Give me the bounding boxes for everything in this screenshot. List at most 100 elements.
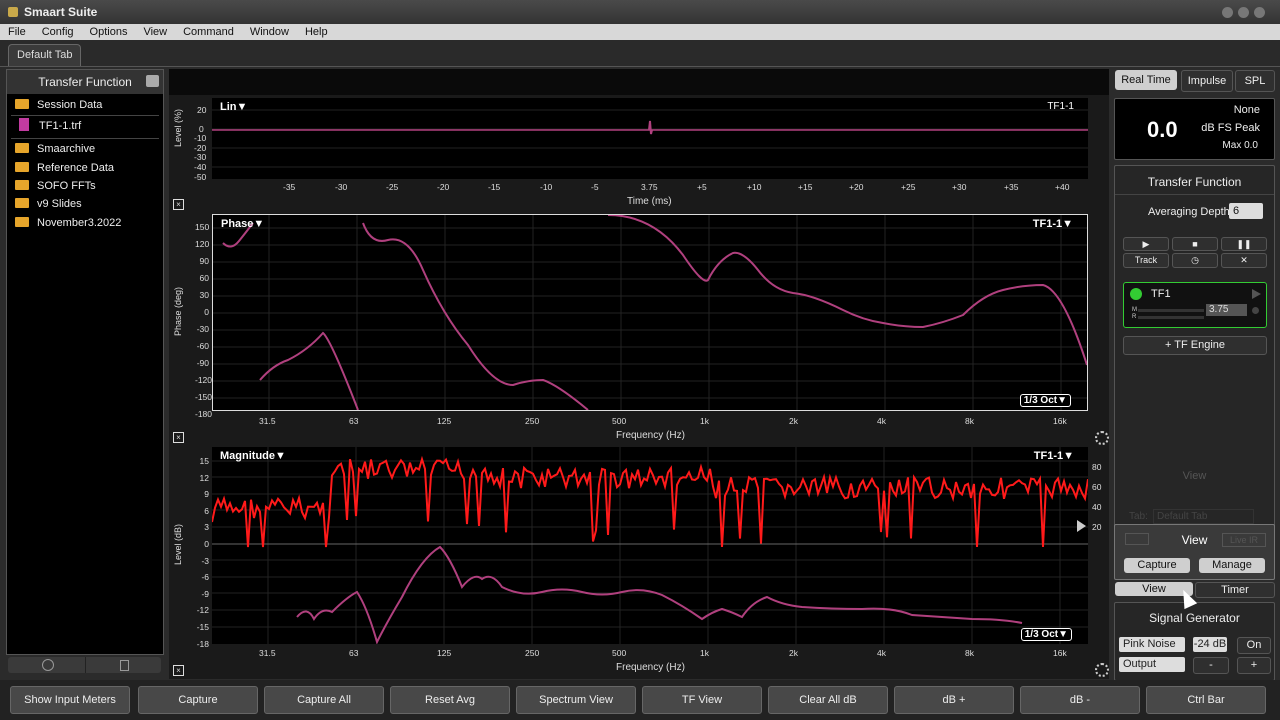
averaging-select[interactable]: 6: [1229, 203, 1263, 219]
timer-icon[interactable]: ◷: [1172, 253, 1218, 268]
meter-value: 0.0: [1147, 117, 1178, 142]
coherence-tick: 20: [1092, 522, 1102, 532]
graph-area: Lin▼ TF1-1 Level (%) 20 0 -10 -20 -30 -4…: [169, 69, 1109, 679]
gear-icon[interactable]: [1095, 431, 1109, 445]
siggen-level[interactable]: -24 dB: [1193, 637, 1227, 652]
impulse-xtick: -5: [591, 182, 599, 192]
magnitude-ytick: 9: [204, 489, 209, 500]
mode-impulse[interactable]: Impulse: [1181, 70, 1233, 92]
phase-plot[interactable]: Phase▼ TF1-1▼ 1/3 Oct▼: [212, 214, 1088, 411]
siggen-plus-button[interactable]: +: [1237, 657, 1271, 674]
track-button[interactable]: Track: [1123, 253, 1169, 268]
info-icon[interactable]: [42, 659, 54, 671]
add-tf-engine-button[interactable]: + TF Engine: [1123, 336, 1267, 355]
impulse-plot[interactable]: Lin▼ TF1-1: [212, 98, 1088, 179]
tree-item-reference-data[interactable]: Reference Data: [15, 160, 114, 176]
tf-engine-card[interactable]: TF1 M R 3.75: [1123, 282, 1267, 328]
tf-view-button[interactable]: TF View: [642, 686, 762, 714]
engine-r: R: [1132, 314, 1137, 320]
trash-icon[interactable]: [120, 660, 129, 671]
menu-window[interactable]: Window: [242, 24, 297, 40]
clear-all-db-button[interactable]: Clear All dB: [768, 686, 888, 714]
siggen-minus-button[interactable]: -: [1193, 657, 1229, 674]
phase-scale-label[interactable]: Phase▼: [221, 218, 264, 230]
coherence-tick: 40: [1092, 502, 1102, 512]
close-plot-icon[interactable]: ×: [173, 665, 184, 676]
phase-trace-label[interactable]: TF1-1▼: [1033, 218, 1073, 230]
siggen-type-select[interactable]: Pink Noise: [1119, 637, 1185, 652]
engine-m: M: [1132, 307, 1137, 313]
tree-item-label: Reference Data: [37, 162, 115, 174]
menu-icon[interactable]: [146, 75, 159, 87]
engine-led-icon[interactable]: [1130, 288, 1142, 300]
magnitude-scale-label[interactable]: Magnitude▼: [220, 450, 286, 462]
menu-command[interactable]: Command: [175, 24, 242, 40]
tree-item-tf1-1[interactable]: TF1-1.trf: [15, 118, 81, 134]
level-meter[interactable]: 0.0 None dB FS Peak Max 0.0: [1114, 98, 1275, 160]
stop-button[interactable]: ■: [1172, 237, 1218, 251]
siggen-output-select[interactable]: Output: [1119, 657, 1185, 672]
magnitude-xtick: 4k: [877, 648, 886, 658]
ctrl-bar-button[interactable]: Ctrl Bar: [1146, 686, 1266, 714]
folder-icon: [15, 99, 29, 109]
manage-view-button[interactable]: Manage: [1199, 558, 1265, 573]
meter-weighting[interactable]: None: [1234, 104, 1260, 116]
timer-tab-button[interactable]: Timer: [1195, 582, 1275, 598]
play-button[interactable]: ▶: [1123, 237, 1169, 251]
show-input-meters-button[interactable]: Show Input Meters: [10, 686, 130, 714]
impulse-scale-label[interactable]: Lin▼: [220, 101, 247, 113]
capture-view-button[interactable]: Capture: [1124, 558, 1190, 573]
siggen-title: Signal Generator: [1149, 611, 1240, 625]
magnitude-trace-label[interactable]: TF1-1▼: [1034, 450, 1074, 462]
impulse-xtick: +40: [1055, 182, 1070, 192]
meter-type[interactable]: dB FS Peak: [1201, 122, 1260, 134]
mode-spl[interactable]: SPL: [1235, 70, 1275, 92]
magnitude-plot[interactable]: Magnitude▼ TF1-1▼ 1/3 Oct▼: [212, 447, 1088, 644]
capture-button[interactable]: Capture: [138, 686, 258, 714]
magnitude-xtick: 250: [525, 648, 540, 658]
capture-all-button[interactable]: Capture All: [264, 686, 384, 714]
pause-button[interactable]: ❚❚: [1221, 237, 1267, 251]
phase-smoothing-button[interactable]: 1/3 Oct▼: [1019, 394, 1071, 407]
close-icon[interactable]: [1254, 7, 1265, 18]
magnitude-smoothing-button[interactable]: 1/3 Oct▼: [1020, 628, 1072, 641]
view-popup: View Live IR Capture Manage: [1114, 524, 1275, 580]
tree-item-smaarchive[interactable]: Smaarchive: [15, 141, 95, 157]
menu-config[interactable]: Config: [34, 24, 82, 40]
spectrum-view-button[interactable]: Spectrum View: [516, 686, 636, 714]
tab-default[interactable]: Default Tab: [8, 44, 82, 66]
tree-item-label: v9 Slides: [37, 198, 82, 210]
engine-dot-icon[interactable]: [1252, 307, 1259, 314]
phase-svg: [213, 215, 1087, 410]
maximize-icon[interactable]: [1238, 7, 1249, 18]
tree-item-session-data[interactable]: Session Data: [15, 97, 102, 113]
db-minus-button[interactable]: dB -: [1020, 686, 1140, 714]
menu-view[interactable]: View: [135, 24, 175, 40]
close-plot-icon[interactable]: ×: [173, 432, 184, 443]
tree-item-sofo-ffts[interactable]: SOFO FFTs: [15, 178, 96, 194]
siggen-on-button[interactable]: On: [1237, 637, 1271, 654]
minimize-icon[interactable]: [1222, 7, 1233, 18]
menu-file[interactable]: File: [0, 24, 34, 40]
menu-help[interactable]: Help: [297, 24, 336, 40]
app-title: Smaart Suite: [24, 5, 98, 19]
tools-icon[interactable]: ✕: [1221, 253, 1267, 268]
reset-avg-button[interactable]: Reset Avg: [390, 686, 510, 714]
db-plus-button[interactable]: dB +: [894, 686, 1014, 714]
impulse-xtick: +25: [901, 182, 916, 192]
tree-item-november[interactable]: November3.2022: [15, 215, 121, 231]
impulse-xtick: +5: [697, 182, 707, 192]
phase-xtick: 250: [525, 416, 540, 426]
menu-options[interactable]: Options: [82, 24, 136, 40]
coherence-arrow-icon[interactable]: [1077, 520, 1086, 532]
engine-arrow-icon[interactable]: [1252, 289, 1261, 299]
impulse-ylabel: Level (%): [173, 109, 183, 148]
close-plot-icon[interactable]: ×: [173, 199, 184, 210]
gear-icon[interactable]: [1095, 663, 1109, 677]
meter-m: [1138, 309, 1204, 312]
mode-real-time[interactable]: Real Time: [1115, 70, 1177, 90]
engine-delay[interactable]: 3.75: [1206, 304, 1247, 316]
phase-xtick: 125: [437, 416, 452, 426]
impulse-ytick: -50: [194, 172, 207, 182]
tree-item-v9-slides[interactable]: v9 Slides: [15, 196, 82, 212]
